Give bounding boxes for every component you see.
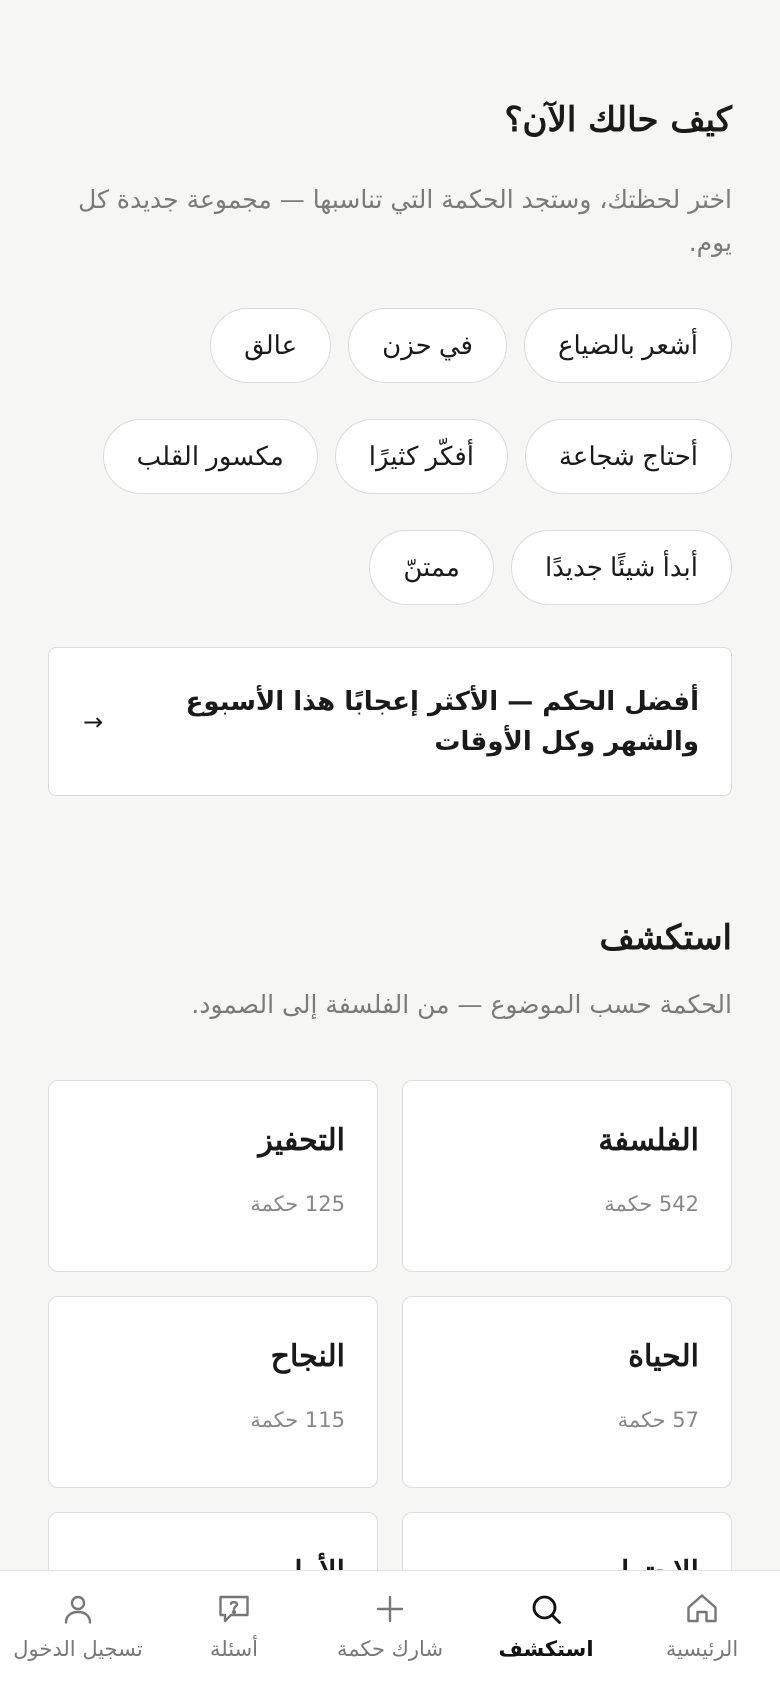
best-quotes-card[interactable]: أفضل الحكم — الأكثر إعجابًا هذا الأسبوع … bbox=[48, 647, 732, 796]
arrow-right-icon: → bbox=[83, 707, 104, 736]
mood-chip-starting-new[interactable]: أبدأ شيئًا جديدًا bbox=[510, 530, 732, 605]
explore-title: استكشف bbox=[599, 918, 733, 958]
topic-name: الفلسفة bbox=[598, 1123, 699, 1158]
tab-share[interactable]: شارك حكمة bbox=[312, 1571, 468, 1688]
explore-page: كيف حالك الآن؟ اختر لحظتك، وستجد الحكمة … bbox=[0, 0, 780, 1688]
question-bubble-icon bbox=[219, 1595, 249, 1623]
user-icon bbox=[64, 1595, 92, 1624]
best-quotes-label: أفضل الحكم — الأكثر إعجابًا هذا الأسبوع … bbox=[185, 686, 699, 757]
mood-chip-heartbroken[interactable]: مكسور القلب bbox=[102, 419, 318, 494]
topic-count: 115 حكمة bbox=[250, 1408, 345, 1432]
topic-card-success[interactable]: النجاح 115 حكمة bbox=[48, 1296, 378, 1488]
plus-icon bbox=[376, 1595, 404, 1623]
topic-count: 542 حكمة bbox=[604, 1192, 699, 1216]
mood-chips: أشعر بالضياع في حزن عالق أحتاج شجاعة أفك… bbox=[48, 308, 732, 605]
mood-chip-need-courage[interactable]: أحتاج شجاعة bbox=[524, 419, 732, 494]
bottom-tab-bar: الرئيسية استكشف شارك حكمة أسئلة تسجيل ال… bbox=[0, 1570, 780, 1688]
topic-card-philosophy[interactable]: الفلسفة 542 حكمة bbox=[402, 1080, 732, 1272]
topic-count: 125 حكمة bbox=[250, 1192, 345, 1216]
topic-name: الحياة bbox=[628, 1339, 699, 1374]
tab-home[interactable]: الرئيسية bbox=[624, 1571, 780, 1688]
mood-chip-lost[interactable]: أشعر بالضياع bbox=[523, 308, 732, 383]
mood-chip-sad[interactable]: في حزن bbox=[348, 308, 507, 383]
tab-label: أسئلة bbox=[210, 1637, 258, 1661]
topic-card-life[interactable]: الحياة 57 حكمة bbox=[402, 1296, 732, 1488]
topic-name: التحفيز bbox=[258, 1123, 345, 1158]
mood-title: كيف حالك الآن؟ bbox=[504, 100, 732, 140]
tab-label: شارك حكمة bbox=[336, 1637, 444, 1661]
explore-subtitle: الحكمة حسب الموضوع — من الفلسفة إلى الصم… bbox=[191, 990, 732, 1019]
tab-questions[interactable]: أسئلة bbox=[156, 1571, 312, 1688]
tab-label: تسجيل الدخول bbox=[13, 1637, 143, 1661]
tab-explore[interactable]: استكشف bbox=[468, 1571, 624, 1688]
tab-label: الرئيسية bbox=[665, 1637, 739, 1661]
topic-count: 57 حكمة bbox=[617, 1408, 699, 1432]
tab-label: استكشف bbox=[498, 1637, 594, 1661]
topic-card-motivation[interactable]: التحفيز 125 حكمة bbox=[48, 1080, 378, 1272]
mood-chip-grateful[interactable]: ممتنّ bbox=[369, 530, 494, 605]
home-icon bbox=[687, 1594, 717, 1623]
topic-name: النجاح bbox=[270, 1339, 345, 1374]
mood-chip-overthinking[interactable]: أفكّر كثيرًا bbox=[334, 419, 508, 494]
mood-chip-stuck[interactable]: عالق bbox=[210, 308, 332, 383]
tab-login[interactable]: تسجيل الدخول bbox=[0, 1571, 156, 1688]
search-icon bbox=[532, 1595, 561, 1624]
mood-subtitle: اختر لحظتك، وستجد الحكمة التي تناسبها — … bbox=[78, 185, 732, 257]
